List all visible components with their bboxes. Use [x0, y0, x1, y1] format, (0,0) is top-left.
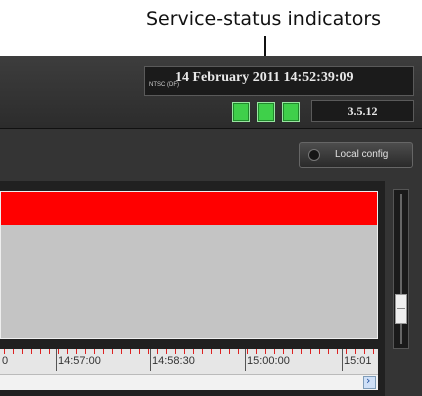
scroll-right-button[interactable]: ›: [363, 374, 376, 389]
tick-label: 15:01: [344, 355, 372, 367]
ruler-minor-tick: [94, 349, 95, 354]
timeline-track-area[interactable]: [0, 191, 378, 339]
ruler-minor-tick: [121, 349, 122, 354]
app-header: 14 February 2011 14:52:39:09 NTSC (DF) 3…: [0, 56, 422, 129]
version-text: 3.5.12: [347, 104, 378, 118]
local-config-button[interactable]: Local config: [299, 142, 413, 168]
clock-display: 14 February 2011 14:52:39:09 NTSC (DF): [144, 66, 414, 96]
tick-label: 14:58:30: [152, 355, 195, 367]
ruler-minor-tick: [247, 349, 248, 354]
ruler-minor-tick: [202, 349, 203, 354]
ruler-minor-tick: [166, 349, 167, 354]
ruler-minor-tick: [274, 349, 275, 354]
status-dot-icon: [308, 149, 320, 161]
tick-label: 14:57:00: [58, 355, 101, 367]
ruler-minor-tick: [184, 349, 185, 354]
ruler-major-tick: [150, 349, 151, 371]
ruler-minor-tick: [310, 349, 311, 354]
ruler-minor-tick: [175, 349, 176, 354]
ruler-minor-tick: [58, 349, 59, 354]
time-ruler: 0 14:57:00 14:58:30 15:00:00 15:01: [0, 349, 378, 374]
ruler-minor-tick: [364, 349, 365, 354]
version-display: 3.5.12: [311, 100, 414, 122]
ruler-minor-tick: [373, 349, 374, 354]
ruler-minor-tick: [193, 349, 194, 354]
ruler-minor-tick: [67, 349, 68, 354]
service-status-indicator-2[interactable]: [257, 102, 275, 122]
ruler-major-tick: [245, 349, 246, 371]
ruler-minor-tick: [319, 349, 320, 354]
ruler-minor-tick: [85, 349, 86, 354]
ruler-minor-tick: [229, 349, 230, 354]
service-status-indicator-3[interactable]: [282, 102, 300, 122]
chevron-right-icon: ›: [366, 374, 371, 387]
slider-thumb[interactable]: [395, 294, 407, 324]
ruler-minor-tick: [211, 349, 212, 354]
ruler-minor-tick: [301, 349, 302, 354]
ruler-minor-tick: [76, 349, 77, 354]
ruler-minor-tick: [40, 349, 41, 354]
ruler-minor-tick: [13, 349, 14, 354]
callout-label: Service-status indicators: [146, 8, 382, 30]
service-status-indicator-1[interactable]: [232, 102, 250, 122]
local-config-label: Local config: [335, 149, 389, 160]
ruler-minor-tick: [292, 349, 293, 354]
ruler-minor-tick: [112, 349, 113, 354]
ruler-minor-tick: [256, 349, 257, 354]
ruler-minor-tick: [49, 349, 50, 354]
ruler-minor-tick: [337, 349, 338, 354]
ruler-minor-tick: [355, 349, 356, 354]
ruler-minor-tick: [346, 349, 347, 354]
timeline-panel: 0 14:57:00 14:58:30 15:00:00 15:01 ›: [0, 181, 385, 396]
ruler-minor-tick: [22, 349, 23, 354]
ruler-minor-tick: [103, 349, 104, 354]
ruler-major-tick: [56, 349, 57, 371]
ruler-minor-tick: [220, 349, 221, 354]
ruler-minor-tick: [157, 349, 158, 354]
tick-label: 15:00:00: [247, 355, 290, 367]
ruler-minor-tick: [130, 349, 131, 354]
ruler-major-tick: [342, 349, 343, 371]
vertical-zoom-slider[interactable]: [393, 189, 409, 349]
ruler-minor-tick: [31, 349, 32, 354]
tick-label-partial: 0: [2, 355, 9, 367]
ruler-minor-tick: [265, 349, 266, 354]
video-mode-text: NTSC (DF): [149, 82, 179, 88]
ruler-minor-tick: [238, 349, 239, 354]
ruler-minor-tick: [328, 349, 329, 354]
app-window: 14 February 2011 14:52:39:09 NTSC (DF) 3…: [0, 56, 422, 396]
datetime-text: 14 February 2011 14:52:39:09: [175, 70, 354, 85]
ruler-minor-tick: [148, 349, 149, 354]
timeline-red-bar[interactable]: [1, 192, 377, 225]
ruler-minor-tick: [139, 349, 140, 354]
ruler-minor-tick: [283, 349, 284, 354]
horizontal-scrollbar[interactable]: ›: [0, 374, 378, 390]
app-body: Local config 0 14:57:00 14:58:30 15:00:0…: [0, 129, 422, 396]
ruler-minor-tick: [4, 349, 5, 354]
